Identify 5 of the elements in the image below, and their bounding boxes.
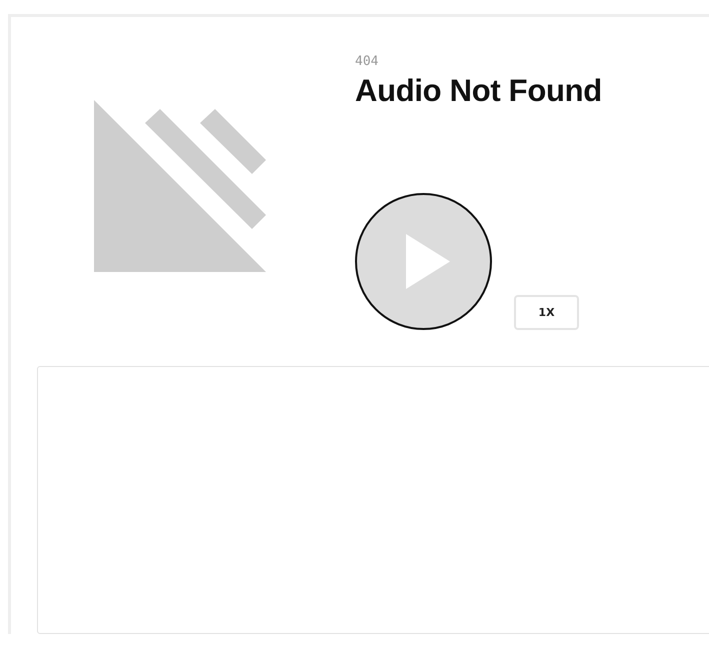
error-code: 404 xyxy=(355,54,380,70)
page-title: Audio Not Found xyxy=(355,73,602,109)
speed-button[interactable]: 1X xyxy=(514,295,579,330)
no-audio-icon xyxy=(94,100,266,272)
play-icon xyxy=(406,234,450,289)
